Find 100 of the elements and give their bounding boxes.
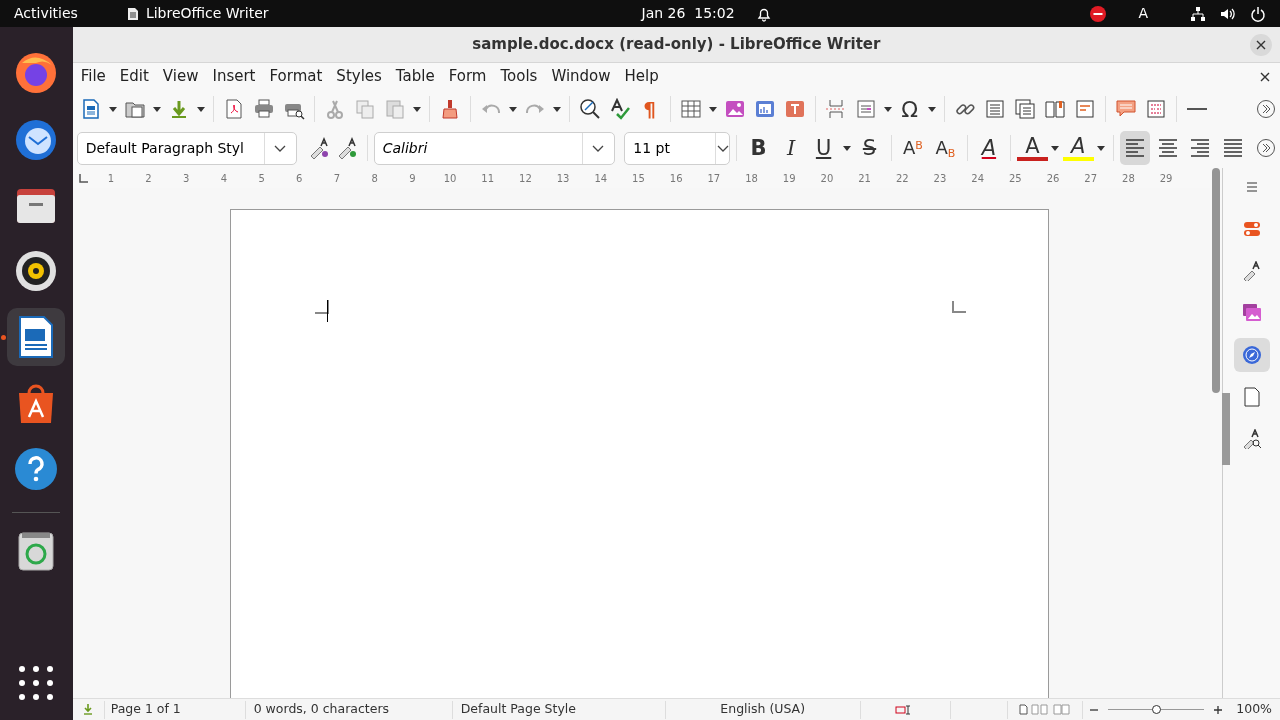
formatting-marks-button[interactable]: ¶ [635, 94, 664, 124]
ruler-number: 21 [857, 171, 872, 186]
menu-item[interactable]: Styles [329, 65, 389, 88]
font-name-field[interactable]: Calibri [374, 132, 582, 164]
caret-icon[interactable] [196, 106, 205, 112]
sidebar-navigator-button[interactable] [1233, 338, 1270, 372]
menu-item[interactable]: View [155, 65, 206, 88]
font-name-combo-box[interactable]: Calibri [373, 131, 615, 165]
single-page-view-icon[interactable] [1018, 704, 1028, 715]
underline-button[interactable]: U [808, 131, 839, 165]
paste-icon [383, 98, 406, 120]
caret-icon[interactable] [927, 106, 936, 112]
ruler-number: 23 [932, 171, 948, 186]
paragraph-style-combo-box[interactable]: Default Paragraph Styl [76, 131, 297, 165]
caret-icon[interactable] [508, 106, 517, 112]
ruler-number: 10 [442, 171, 458, 186]
ruler-number: 27 [1083, 171, 1099, 186]
margin-corner-icon [314, 300, 329, 314]
page-style[interactable]: Default Page Style [460, 700, 576, 719]
font-size-field[interactable]: 11 pt [625, 132, 716, 164]
word-count[interactable]: 0 words, 0 characters [253, 700, 390, 719]
superscript-button[interactable]: A$^{B}$ [897, 131, 929, 165]
menu-item[interactable]: Edit [112, 65, 156, 88]
zoom-in-icon[interactable] [1212, 704, 1223, 715]
ruler-number: 12 [518, 171, 533, 186]
caret-icon[interactable] [842, 145, 851, 151]
ruler-number: 3 [182, 171, 191, 186]
input-source-indicator[interactable]: A [1138, 3, 1148, 24]
caret-icon[interactable] [412, 106, 421, 112]
power-icon[interactable] [1250, 5, 1266, 22]
scrollbar-thumb[interactable] [1212, 168, 1220, 393]
language[interactable]: English (USA) [720, 700, 806, 719]
caret-icon[interactable] [152, 106, 161, 112]
chevron-icon[interactable] [592, 144, 605, 152]
menu-item[interactable]: Table [388, 65, 442, 88]
strike-button[interactable]: S [854, 131, 885, 165]
ruler-number: 14 [593, 171, 609, 186]
page-break-icon [824, 98, 847, 120]
style-inspector-icon [1241, 429, 1262, 449]
align-justify-icon [1221, 137, 1244, 159]
network-icon[interactable] [1190, 5, 1206, 22]
ruler-number: 24 [970, 171, 985, 186]
zoom-slider-thumb[interactable] [1151, 705, 1161, 714]
menu-item[interactable]: Window [544, 65, 618, 88]
clock[interactable]: Jan 26 15:02 [641, 3, 735, 24]
caret-icon[interactable] [883, 106, 892, 112]
ruler-number: 17 [706, 171, 722, 186]
menu-item[interactable]: File [73, 65, 113, 88]
bell-icon[interactable] [755, 6, 772, 22]
ruler-number: 18 [744, 171, 759, 186]
speaker-icon [14, 249, 59, 293]
menu-item[interactable]: Form [441, 65, 494, 88]
ruler-number: 1 [106, 171, 115, 186]
caret-icon[interactable] [1097, 145, 1106, 151]
document-icon [126, 6, 139, 21]
caret-icon[interactable] [1051, 145, 1060, 151]
field-icon [854, 98, 877, 120]
margin-corner-icon [951, 301, 966, 313]
activities-button[interactable]: Activities [0, 3, 78, 24]
close-document-icon[interactable] [1260, 71, 1270, 82]
paragraph-style-field[interactable]: Default Paragraph Styl [77, 132, 265, 164]
cross-reference-icon [1073, 98, 1096, 120]
font-color-button[interactable]: A [1017, 135, 1048, 161]
page-count[interactable]: Page 1 of 1 [110, 700, 181, 719]
special-character-button[interactable]: Ω [895, 94, 924, 124]
ruler-number: 9 [408, 171, 417, 186]
close-button[interactable] [1250, 34, 1272, 56]
horizontal-line-icon [1186, 108, 1207, 110]
save-status-icon[interactable] [83, 704, 94, 715]
caret-icon[interactable] [552, 106, 561, 112]
browser-icon [14, 51, 59, 95]
paint-roller-icon [1241, 261, 1262, 281]
app-menu[interactable]: LibreOffice Writer [126, 3, 269, 24]
tab-stop-icon[interactable] [78, 174, 88, 183]
clear-button[interactable]: A [973, 131, 1005, 165]
endnote-icon [1013, 98, 1036, 120]
chevron-icon[interactable] [274, 144, 287, 152]
caret-icon[interactable] [708, 106, 717, 112]
do-not-disturb-icon[interactable] [1090, 6, 1107, 22]
chevron-icon[interactable] [716, 144, 729, 152]
sidebar-handle[interactable] [1222, 393, 1230, 465]
compass-icon [1241, 345, 1262, 365]
menu-item[interactable]: Format [262, 65, 330, 88]
mail-icon [14, 117, 59, 161]
italic-button[interactable]: I [775, 131, 807, 165]
zoom-level[interactable]: 100% [1228, 700, 1280, 719]
ruler-number: 20 [819, 171, 835, 186]
caret-icon[interactable] [108, 106, 117, 112]
menu-item[interactable]: Help [617, 65, 666, 88]
menu-item[interactable]: Tools [493, 65, 545, 88]
font-size-combo-box[interactable]: 11 pt [624, 131, 731, 165]
highlight-button[interactable]: A [1063, 135, 1094, 161]
table-icon [679, 98, 702, 120]
copy-icon [353, 98, 376, 120]
track-changes-icon [1144, 98, 1167, 120]
bold-button[interactable]: B [743, 131, 774, 165]
menu-item[interactable]: Insert [205, 65, 263, 88]
align-right-icon [1189, 137, 1212, 159]
subscript-button[interactable]: A$_{B}$ [930, 131, 961, 165]
align-left-button[interactable] [1119, 131, 1151, 165]
